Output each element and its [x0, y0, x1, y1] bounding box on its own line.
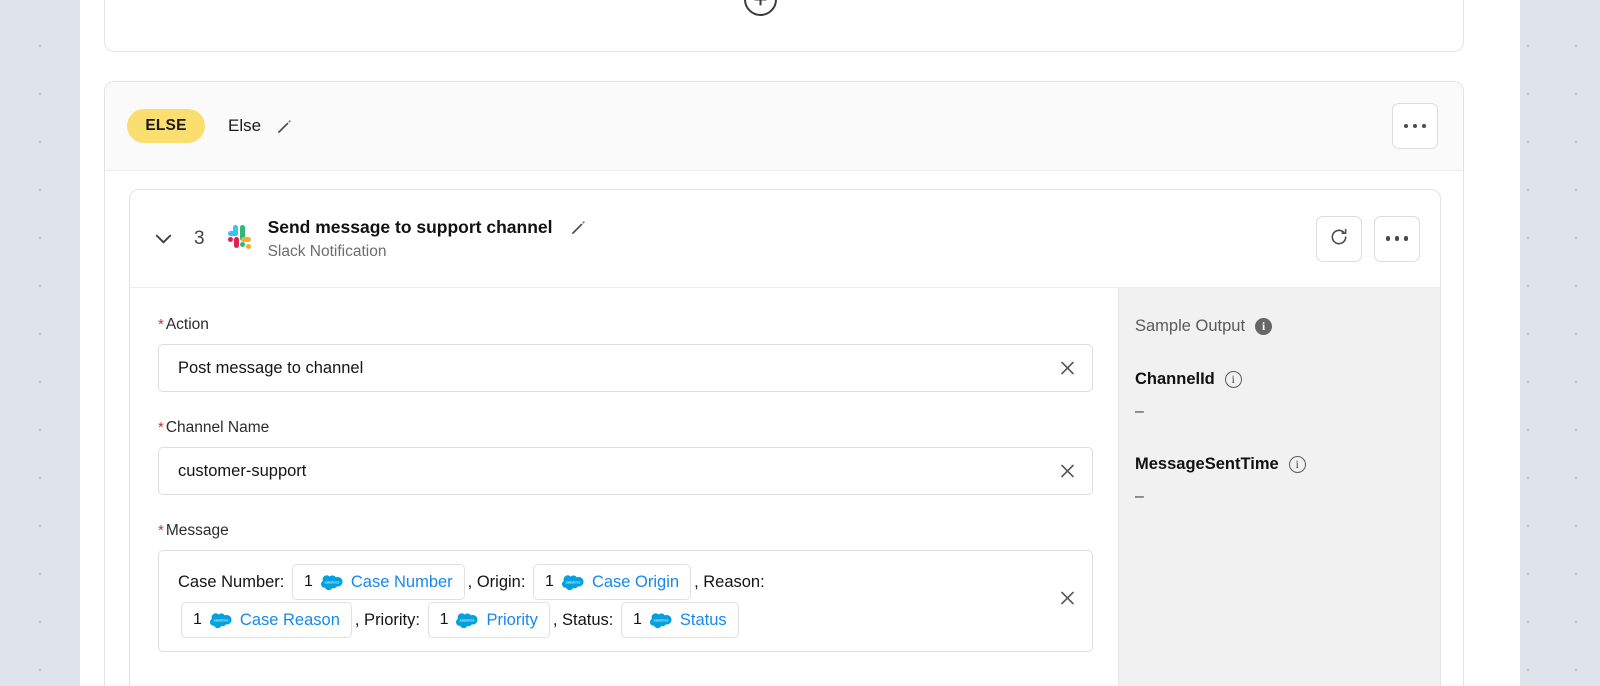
- sample-output-title-text: Sample Output: [1135, 317, 1245, 336]
- branch-menu-button[interactable]: [1392, 103, 1438, 149]
- svg-text:salesforce: salesforce: [324, 581, 339, 585]
- token-index: 1: [633, 611, 642, 629]
- svg-text:salesforce: salesforce: [566, 581, 581, 585]
- channel-name-input[interactable]: customer-support: [158, 447, 1093, 495]
- message-text: , Reason:: [694, 573, 769, 592]
- info-icon[interactable]: i: [1255, 318, 1272, 335]
- channel-name-input-value: customer-support: [178, 462, 306, 481]
- sample-output-key: ChannelId i: [1135, 370, 1440, 389]
- sample-output-key-text: ChannelId: [1135, 370, 1215, 389]
- token-label: Case Number: [351, 573, 453, 592]
- salesforce-icon: salesforce: [321, 574, 343, 590]
- salesforce-icon: salesforce: [562, 574, 584, 590]
- branch-header: ELSE Else: [105, 82, 1463, 171]
- message-text: Case Number:: [178, 573, 289, 592]
- token-label: Priority: [486, 611, 537, 630]
- token-pill-priority[interactable]: 1 salesforce Priority: [428, 602, 550, 638]
- salesforce-icon: salesforce: [650, 612, 672, 628]
- ellipsis-icon: [1404, 124, 1427, 129]
- svg-text:salesforce: salesforce: [653, 619, 668, 623]
- info-icon[interactable]: i: [1225, 371, 1242, 388]
- label-text: Message: [166, 522, 229, 539]
- message-input[interactable]: Case Number: 1 salesforce: [158, 550, 1093, 652]
- sample-output-title: Sample Output i: [1135, 317, 1440, 336]
- salesforce-icon: salesforce: [210, 612, 232, 628]
- ellipsis-icon: [1386, 236, 1409, 241]
- sample-output-key-text: MessageSentTime: [1135, 455, 1279, 474]
- token-pill-case-reason[interactable]: 1 salesforce Case Reason: [181, 602, 352, 638]
- token-index: 1: [193, 611, 202, 629]
- workflow-canvas: ELSE Else: [0, 0, 1600, 686]
- salesforce-icon: salesforce: [456, 612, 478, 628]
- step-text-block: Send message to support channel Slack No…: [268, 217, 588, 261]
- field-label-action: *Action: [158, 316, 1118, 334]
- token-pill-case-number[interactable]: 1 salesforce Case Number: [292, 564, 465, 600]
- step-header: 3 Send message to support channel: [130, 190, 1440, 288]
- branch-name: Else: [228, 116, 261, 136]
- clear-channel-name-close-icon[interactable]: [1059, 463, 1076, 480]
- token-label: Case Reason: [240, 611, 340, 630]
- action-input[interactable]: Post message to channel: [158, 344, 1093, 392]
- step-title: Send message to support channel: [268, 217, 553, 238]
- step-number: 3: [194, 228, 205, 250]
- sample-output-value: –: [1135, 488, 1440, 506]
- collapse-step-chevron-down-icon[interactable]: [152, 227, 175, 250]
- field-channel-name: *Channel Name customer-support: [158, 419, 1118, 495]
- step-form: *Action Post message to channel: [130, 288, 1118, 686]
- refresh-step-button[interactable]: [1316, 216, 1362, 262]
- required-marker: *: [158, 522, 164, 539]
- svg-text:salesforce: salesforce: [460, 619, 475, 623]
- else-branch-card: ELSE Else: [104, 81, 1464, 686]
- message-line: Case Number: 1 salesforce: [178, 563, 1036, 601]
- message-line: 1 salesforce Case Reason: [178, 601, 1036, 639]
- edit-branch-name-pencil-icon[interactable]: [275, 117, 294, 136]
- sample-output-key: MessageSentTime i: [1135, 455, 1440, 474]
- add-node-connector: [80, 0, 1440, 54]
- field-action: *Action Post message to channel: [158, 316, 1118, 392]
- workflow-stage: ELSE Else: [80, 0, 1520, 686]
- message-text: , Origin:: [468, 573, 530, 592]
- label-text: Channel Name: [166, 419, 269, 436]
- label-text: Action: [166, 316, 209, 333]
- token-pill-case-origin[interactable]: 1 salesforce Case Origin: [533, 564, 691, 600]
- token-pill-status[interactable]: 1 salesforce Status: [621, 602, 739, 638]
- required-marker: *: [158, 316, 164, 333]
- clear-action-close-icon[interactable]: [1059, 360, 1076, 377]
- message-text: , Status:: [553, 611, 618, 630]
- field-label-channel-name: *Channel Name: [158, 419, 1118, 437]
- slack-icon: [224, 225, 252, 253]
- step-body: *Action Post message to channel: [130, 288, 1440, 686]
- token-index: 1: [440, 611, 449, 629]
- step-menu-button[interactable]: [1374, 216, 1420, 262]
- info-icon[interactable]: i: [1289, 456, 1306, 473]
- token-index: 1: [545, 573, 554, 591]
- required-marker: *: [158, 419, 164, 436]
- token-index: 1: [304, 573, 313, 591]
- token-label: Status: [680, 611, 727, 630]
- field-message: *Message Case Number: 1: [158, 522, 1118, 652]
- step-subtitle: Slack Notification: [268, 243, 588, 261]
- step-card-send-message: 3 Send message to support channel: [129, 189, 1441, 686]
- sample-output-panel: Sample Output i ChannelId i – MessageSen…: [1118, 288, 1440, 686]
- edit-step-name-pencil-icon[interactable]: [569, 218, 588, 237]
- token-label: Case Origin: [592, 573, 679, 592]
- field-label-message: *Message: [158, 522, 1118, 540]
- action-input-value: Post message to channel: [178, 359, 363, 378]
- add-step-button[interactable]: [744, 0, 777, 16]
- branch-type-badge: ELSE: [127, 109, 205, 143]
- sample-output-value: –: [1135, 403, 1440, 421]
- clear-message-close-icon[interactable]: [1059, 590, 1076, 607]
- refresh-icon: [1329, 227, 1349, 251]
- svg-text:salesforce: salesforce: [214, 619, 229, 623]
- message-text: , Priority:: [355, 611, 425, 630]
